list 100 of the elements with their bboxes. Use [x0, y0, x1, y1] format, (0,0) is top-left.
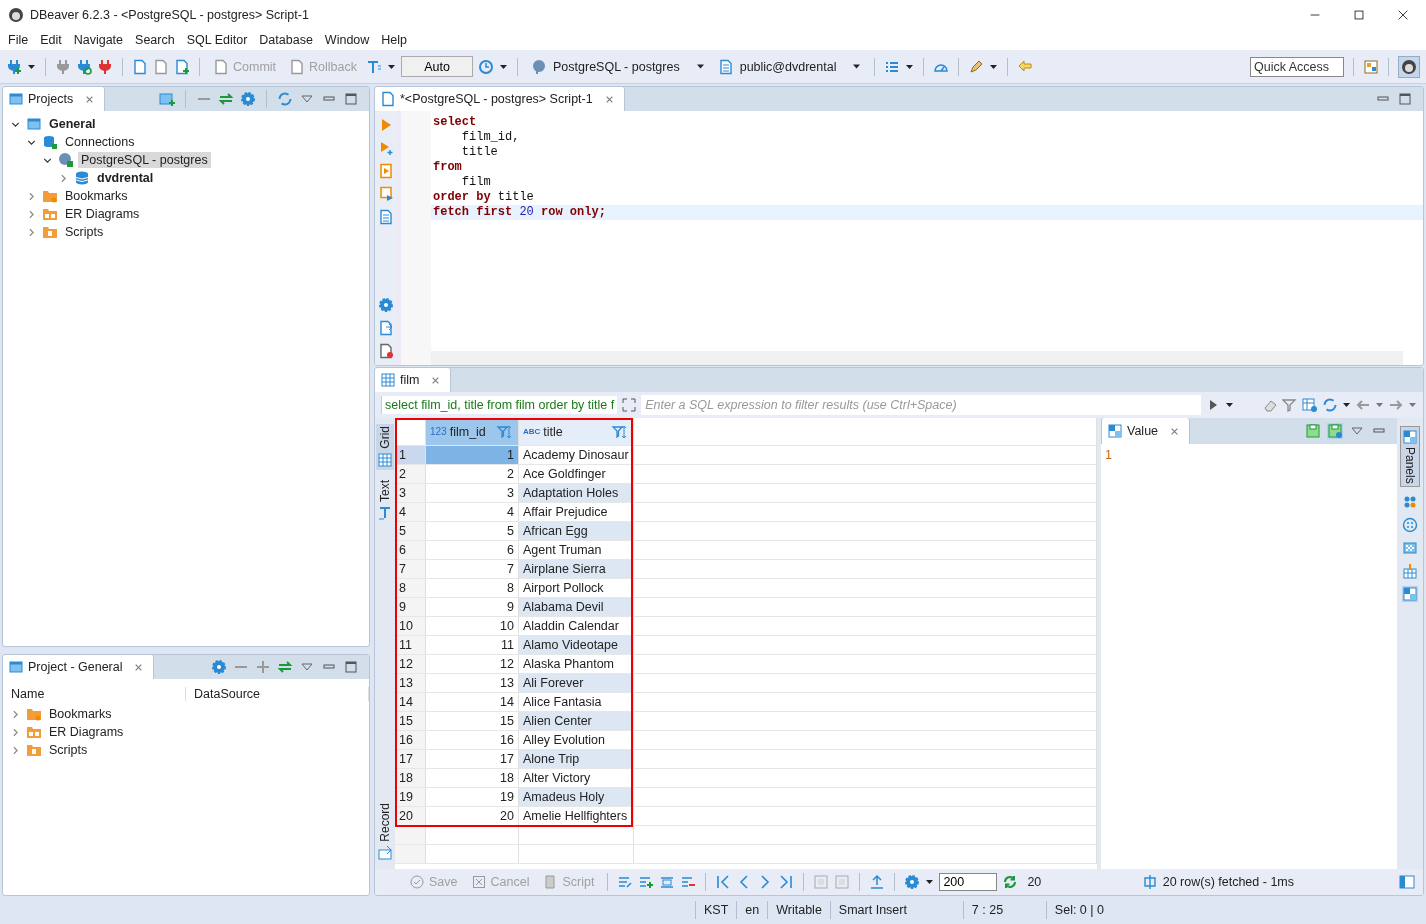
layout-icon[interactable] [1399, 874, 1415, 890]
menu-item[interactable]: Edit [34, 33, 68, 47]
filter-sort-icon[interactable] [610, 423, 629, 440]
first-page-icon[interactable] [715, 874, 732, 890]
tree-item[interactable]: Scripts [46, 742, 91, 758]
document-plus-icon[interactable] [174, 58, 190, 75]
menu-item[interactable]: Navigate [67, 33, 130, 47]
close-icon[interactable] [1396, 8, 1410, 22]
history-icon[interactable] [478, 58, 494, 75]
tree-item[interactable]: Connections [62, 134, 138, 150]
upload-icon[interactable] [869, 874, 886, 890]
view-tab[interactable]: Text [376, 477, 394, 523]
filter-field[interactable]: Enter a SQL expression to filter results (use Ctrl+Space) [641, 395, 1201, 415]
pen-icon[interactable] [968, 58, 985, 75]
document-icon[interactable] [378, 343, 394, 359]
swap-arrows-icon[interactable] [277, 659, 293, 675]
columns-icon[interactable] [1141, 874, 1158, 890]
connection-selector[interactable]: PostgreSQL - postgres [527, 58, 709, 75]
transaction-icon[interactable] [366, 58, 382, 75]
table-cell: 10 [425, 616, 519, 636]
circle-dots-icon[interactable] [1402, 516, 1418, 533]
view-tab[interactable]: Grid [376, 424, 394, 470]
column-header[interactable]: DataSource [186, 687, 369, 701]
maximize-icon[interactable] [343, 659, 359, 675]
settings-icon[interactable] [378, 297, 394, 313]
new-window-icon[interactable] [159, 91, 175, 107]
schema-selector[interactable]: public@dvdrental [713, 58, 866, 75]
diagram-folder-icon [42, 206, 58, 222]
delete-row-icon[interactable] [680, 874, 697, 890]
refresh-icon[interactable] [1002, 874, 1019, 890]
column-header[interactable]: 123 film_id [425, 418, 519, 446]
panel-icon[interactable] [1402, 585, 1418, 602]
save-icon[interactable] [1305, 423, 1321, 439]
play-plus-icon[interactable] [378, 140, 394, 156]
project-tab[interactable]: Project - General [3, 655, 155, 679]
sync-icon[interactable] [277, 91, 293, 107]
settings-icon[interactable] [211, 659, 227, 675]
plug-plus-icon[interactable] [6, 58, 22, 75]
script-play-icon[interactable] [378, 186, 394, 202]
export-icon[interactable] [378, 320, 394, 336]
panels-tab[interactable]: Panels [1400, 426, 1420, 487]
horizontal-scrollbar[interactable] [431, 351, 1403, 365]
plug-sync-icon[interactable] [76, 58, 92, 75]
tree-item[interactable]: Bookmarks [62, 188, 131, 204]
view-tab[interactable]: Record [376, 801, 394, 863]
menu-item[interactable]: Help [375, 33, 414, 47]
table-cell: 2 [425, 464, 519, 484]
settings-icon[interactable] [240, 91, 256, 107]
tree-item[interactable]: ER Diagrams [46, 724, 127, 740]
add-row-icon[interactable] [638, 874, 655, 890]
document-icon[interactable] [378, 209, 394, 225]
menu-item[interactable]: Search [129, 33, 181, 47]
tree-item[interactable]: PostgreSQL - postgres [78, 152, 211, 168]
last-page-icon[interactable] [778, 874, 795, 890]
tree-item[interactable]: General [46, 116, 99, 132]
fetch-size-field[interactable]: 200 [939, 873, 998, 891]
document-icon[interactable] [153, 58, 169, 75]
tree-item[interactable]: dvdrental [94, 170, 157, 186]
filter-sort-icon[interactable] [496, 423, 514, 440]
edit-rows-icon[interactable] [617, 874, 634, 890]
column-header[interactable]: Name [3, 687, 186, 701]
maximize-icon[interactable] [343, 91, 359, 107]
query-text[interactable]: select film_id, title from film order by title f [381, 396, 618, 414]
copy-row-icon[interactable] [659, 874, 676, 890]
table-cell: 8 [425, 578, 519, 598]
plug-icon[interactable] [55, 58, 71, 75]
tree-item[interactable]: Scripts [62, 224, 107, 240]
quick-access-field[interactable]: Quick Access [1250, 56, 1344, 77]
tree-item[interactable]: Bookmarks [46, 706, 115, 722]
caret-icon [695, 64, 705, 69]
filter-icon[interactable] [1282, 397, 1298, 413]
layout-icon[interactable] [1363, 58, 1379, 75]
table-settings-icon[interactable] [1302, 397, 1318, 413]
script-play-icon[interactable] [378, 163, 394, 179]
table-cell: 6 [425, 540, 519, 560]
menu-item[interactable]: SQL Editor [180, 33, 254, 47]
checker-icon[interactable] [1402, 539, 1418, 556]
transaction-mode-button[interactable]: Auto [401, 56, 473, 77]
maximize-icon[interactable] [1352, 8, 1366, 22]
menu-item[interactable]: Window [318, 33, 376, 47]
table-pin-icon[interactable] [1402, 562, 1418, 579]
swap-arrows-icon[interactable] [218, 91, 234, 107]
document-icon [289, 58, 306, 75]
value-tab[interactable]: Value [1101, 418, 1191, 444]
tree-item[interactable]: ER Diagrams [62, 206, 143, 222]
script-tab[interactable]: *<PostgreSQL - postgres> Script-1 [375, 87, 625, 111]
code-text: fetch first [433, 205, 514, 219]
menu-item[interactable]: Database [253, 33, 319, 47]
projects-tab[interactable]: Projects [3, 87, 106, 111]
expand-icon[interactable] [621, 397, 638, 413]
plug-icon[interactable] [97, 58, 113, 75]
plus-icon[interactable] [255, 659, 271, 675]
menu-item[interactable]: File [2, 33, 35, 47]
table-cell: 19 [425, 787, 519, 807]
document-icon[interactable] [132, 58, 148, 75]
auto-save-icon[interactable] [1327, 423, 1343, 439]
table-cell: 4 [425, 502, 519, 522]
results-tab[interactable]: film [375, 368, 452, 392]
maximize-icon[interactable] [1397, 91, 1413, 107]
table-cell: 13 [425, 673, 519, 693]
